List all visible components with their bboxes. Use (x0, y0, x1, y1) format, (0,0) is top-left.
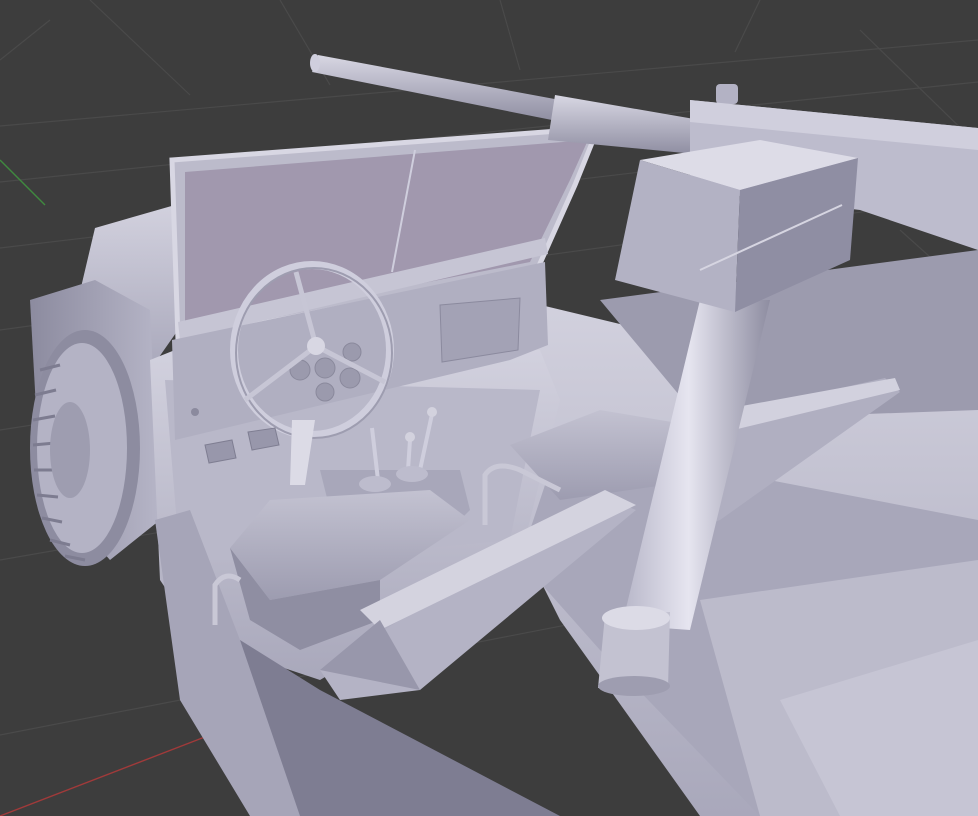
front-wheel (30, 330, 140, 566)
x-axis-line (0, 734, 211, 816)
viewport-render (0, 0, 978, 816)
y-axis-line (0, 159, 46, 206)
3d-viewport[interactable] (0, 0, 978, 816)
